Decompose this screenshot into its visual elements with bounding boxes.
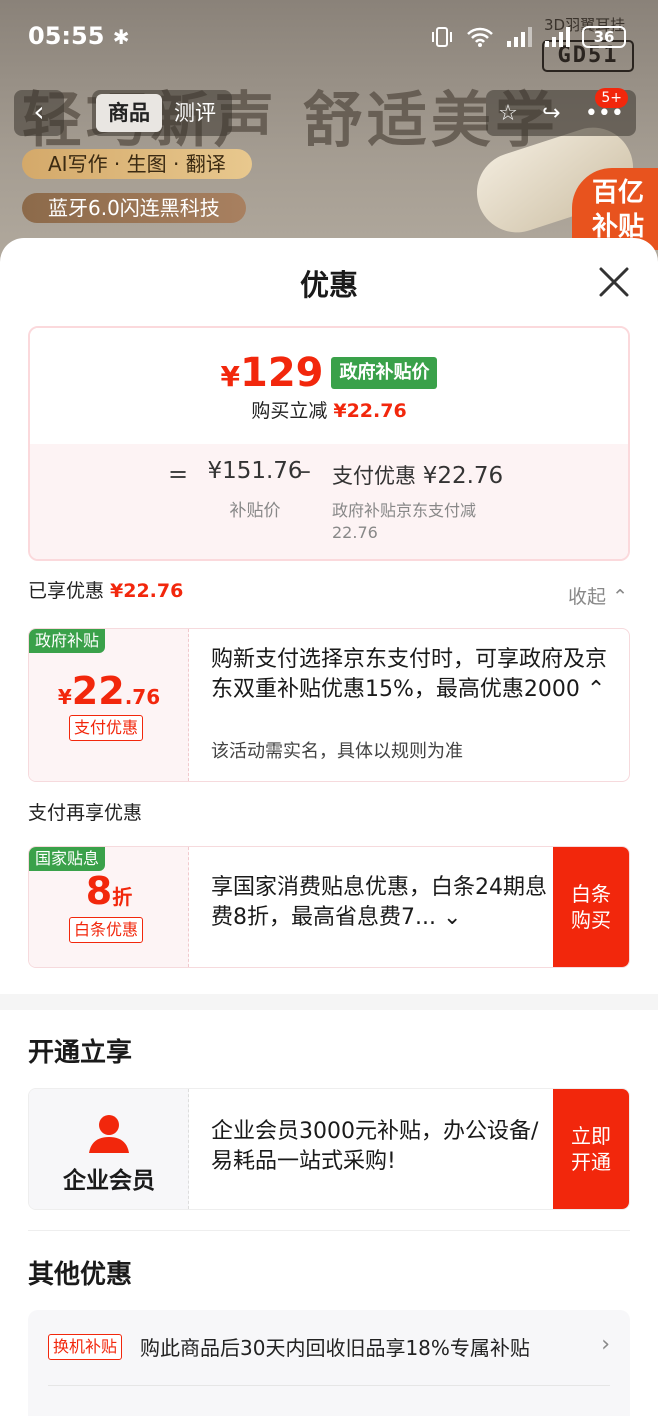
vip-panel: 企业会员: [29, 1089, 189, 1209]
pay-discount: 支付优惠 ¥22.76: [332, 460, 503, 490]
coupon-value-panel: 政府补贴 ¥22.76 支付优惠: [29, 629, 189, 781]
vip-description: 企业会员3000元补贴，办公设备/易耗品一站式采购!: [211, 1119, 539, 1174]
other-section-title: 其他优惠: [28, 1260, 133, 1290]
collapse-button[interactable]: 收起 ⌃: [568, 582, 628, 609]
status-time: 05:55 ✱: [28, 22, 130, 50]
gov-subsidy-tag: 政府补贴价: [331, 357, 438, 389]
subsidy-price-value: ¥151.76: [207, 458, 303, 484]
pay-again-label: 支付再享优惠: [28, 802, 143, 824]
tab-review[interactable]: 测评: [162, 94, 228, 132]
equals-sign: =: [168, 460, 189, 488]
currency-symbol: ¥: [220, 360, 240, 393]
coupon-text: 购新支付选择京东支付时，可享政府及京东双重补贴优惠15%，最高优惠2000: [211, 647, 608, 702]
chevron-right-icon: ›: [601, 1332, 610, 1357]
enjoyed-discount: 已享优惠 ¥22.76: [28, 576, 183, 603]
coupon-description: 购新支付选择京东支付时，可享政府及京东双重补贴优惠15%，最高优惠2000 ⌃: [211, 645, 611, 705]
collapse-label: 收起: [568, 586, 607, 608]
open-section-title: 开通立享: [28, 1038, 133, 1068]
battery-icon: 36: [582, 26, 626, 48]
star-icon[interactable]: ☆: [498, 101, 518, 126]
chevron-left-icon: ‹: [33, 95, 45, 128]
chevron-up-icon[interactable]: ⌃: [587, 677, 605, 702]
status-bar: 05:55 ✱ 36: [0, 0, 658, 78]
amount-unit: 折: [112, 885, 133, 909]
offer-text: 购此商品后30天内回收旧品享18%专属补贴: [140, 1336, 530, 1360]
clock: 05:55: [28, 22, 105, 50]
instant-reduction: 购买立减 ¥22.76: [30, 396, 628, 423]
share-icon[interactable]: ↪: [542, 101, 560, 126]
reduction-value: ¥22.76: [333, 400, 407, 422]
coupon-tag: 国家贴息: [29, 847, 106, 871]
section-divider: [0, 994, 658, 1010]
vip-name: 企业会员: [63, 1168, 155, 1194]
offer-tag: 换机补贴: [48, 1334, 123, 1360]
close-icon[interactable]: [596, 264, 632, 300]
amount-decimal: .76: [124, 685, 161, 709]
baitiao-buy-button[interactable]: 白条购买: [553, 847, 629, 967]
coupon-note: 该活动需实名，具体以规则为准: [211, 741, 463, 762]
pay-discount-value: ¥22.76: [422, 463, 504, 489]
signal-icon: [507, 27, 532, 47]
pay-discount-desc: 政府补贴京东支付减22.76: [332, 501, 477, 542]
signal-icon: [545, 27, 570, 47]
promotion-sheet: 优惠 ¥129 政府补贴价 购买立减 ¥22.76 = ¥151.76 补贴价 –…: [0, 238, 658, 1416]
enjoyed-value: ¥22.76: [110, 580, 184, 602]
sheet-title: 优惠: [299, 268, 358, 302]
product-nav: ‹ 商品 测评 ☆ ↪ ••• 5+: [0, 88, 658, 136]
bluetooth-icon: ✱: [112, 25, 130, 49]
chevron-down-icon[interactable]: ⌄: [443, 905, 461, 930]
button-label: 立即开通: [571, 1124, 611, 1174]
enjoyed-label: 已享优惠: [28, 580, 105, 602]
tab-product[interactable]: 商品: [96, 94, 162, 132]
message-badge: 5+: [595, 88, 628, 108]
feature-pill: AI写作 · 生图 · 翻译: [22, 149, 252, 179]
coupon-text: 享国家消费贴息优惠，白条24期息费8折，最高省息费7...: [211, 875, 547, 930]
nav-actions: ☆ ↪ ••• 5+: [486, 88, 636, 136]
vibrate-icon: [432, 27, 452, 47]
price-value: 129: [239, 350, 324, 396]
gov-subsidy-coupon[interactable]: 政府补贴 ¥22.76 支付优惠 购新支付选择京东支付时，可享政府及京东双重补贴…: [28, 628, 630, 782]
coupon-chip: 白条优惠: [69, 917, 144, 943]
coupon-amount: 8折: [29, 869, 189, 913]
coupon-description: 享国家消费贴息优惠，白条24期息费8折，最高省息费7... ⌄: [211, 873, 551, 933]
user-icon: [89, 1115, 129, 1153]
divider: [28, 1230, 630, 1231]
other-offers-list: 换机补贴 购此商品后30天内回收旧品享18%专属补贴 ›: [28, 1310, 630, 1416]
coupon-amount: ¥22.76: [29, 669, 189, 713]
coupon-chip: 支付优惠: [69, 715, 144, 741]
subsidy-badge-line: 百亿: [591, 178, 644, 208]
amount-integer: 8: [85, 869, 113, 913]
reduction-label: 购买立减: [251, 400, 328, 422]
price-formula: = ¥151.76 补贴价 – 支付优惠 ¥22.76 政府补贴京东支付减22.…: [30, 444, 628, 559]
open-vip-button[interactable]: 立即开通: [553, 1089, 629, 1209]
other-offer-row[interactable]: 换机补贴 购此商品后30天内回收旧品享18%专属补贴 ›: [48, 1310, 610, 1386]
coupon-tag: 政府补贴: [29, 629, 106, 653]
wifi-icon: [467, 27, 493, 47]
chevron-up-icon: ⌃: [612, 586, 628, 608]
coupon-value-panel: 国家贴息 8折 白条优惠: [29, 847, 189, 967]
pay-discount-label: 支付优惠: [332, 464, 416, 488]
currency-symbol: ¥: [57, 685, 72, 709]
status-icons: 36: [430, 26, 626, 48]
enterprise-vip-card: 企业会员 企业会员3000元补贴，办公设备/易耗品一站式采购! 立即开通: [28, 1088, 630, 1210]
price-summary: ¥129 政府补贴价 购买立减 ¥22.76: [30, 328, 628, 444]
amount-integer: 22: [71, 669, 125, 713]
back-button[interactable]: ‹: [14, 90, 64, 136]
price-row: ¥129 政府补贴价: [30, 350, 628, 396]
button-label: 白条购买: [571, 882, 611, 932]
price-breakdown-card: ¥129 政府补贴价 购买立减 ¥22.76 = ¥151.76 补贴价 – 支付…: [28, 326, 630, 561]
minus-sign: –: [298, 456, 311, 486]
nav-tabs: 商品 测评: [92, 90, 232, 136]
interest-coupon: 国家贴息 8折 白条优惠 享国家消费贴息优惠，白条24期息费8折，最高省息费7.…: [28, 846, 630, 968]
final-price: ¥129: [221, 350, 324, 396]
feature-pill: 蓝牙6.0闪连黑科技: [22, 193, 246, 223]
subsidy-price-label: 补贴价: [229, 501, 281, 521]
